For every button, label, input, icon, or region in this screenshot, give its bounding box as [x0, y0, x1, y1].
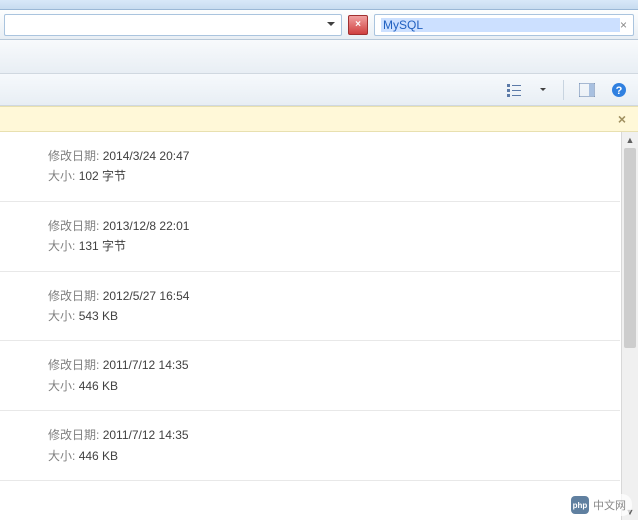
view-options-icon[interactable] [503, 79, 525, 101]
stop-button[interactable]: × [348, 15, 368, 35]
path-dropdown[interactable] [4, 14, 342, 36]
size-label: 大小: [48, 309, 75, 323]
notification-bar: × [0, 106, 638, 132]
view-dropdown-icon[interactable] [535, 82, 551, 98]
date-value: 2013/12/8 22:01 [103, 219, 190, 233]
date-value: 2011/7/12 14:35 [103, 428, 189, 442]
size-value: 102 字节 [79, 169, 126, 183]
list-item[interactable]: 修改日期: 2011/7/12 14:35 大小: 446 KB [0, 411, 620, 481]
size-value: 446 KB [79, 379, 118, 393]
chevron-down-icon[interactable] [323, 17, 339, 33]
watermark: php 中文网 [565, 494, 632, 516]
date-label: 修改日期: [48, 289, 99, 303]
view-toolbar: ? [0, 74, 638, 106]
date-label: 修改日期: [48, 428, 99, 442]
scroll-thumb[interactable] [624, 148, 636, 348]
svg-text:?: ? [616, 85, 623, 97]
list-item[interactable]: 修改日期: 2014/3/24 20:47 大小: 102 字节 [0, 132, 620, 202]
size-value: 543 KB [79, 309, 118, 323]
search-input[interactable]: MySQL × [374, 14, 634, 36]
close-icon: × [355, 19, 361, 30]
window-titlebar [0, 0, 638, 10]
size-value: 131 字节 [79, 239, 126, 253]
date-value: 2014/3/24 20:47 [103, 149, 190, 163]
menu-spacer [0, 40, 638, 74]
date-label: 修改日期: [48, 219, 99, 233]
address-toolbar: × MySQL × [0, 10, 638, 40]
clear-search-icon[interactable]: × [620, 18, 627, 32]
search-value: MySQL [381, 18, 620, 32]
watermark-text: 中文网 [593, 497, 626, 513]
php-logo-icon: php [571, 496, 589, 514]
help-icon[interactable]: ? [608, 79, 630, 101]
size-label: 大小: [48, 449, 75, 463]
toolbar-separator [563, 80, 564, 100]
list-item[interactable]: 修改日期: 2012/5/27 16:54 大小: 543 KB [0, 272, 620, 342]
size-label: 大小: [48, 169, 75, 183]
scroll-up-icon[interactable]: ▲ [622, 132, 638, 148]
size-label: 大小: [48, 379, 75, 393]
list-item[interactable]: 修改日期: 2013/12/8 22:01 大小: 131 字节 [0, 202, 620, 272]
preview-pane-icon[interactable] [576, 79, 598, 101]
list-item[interactable]: 修改日期: 2011/7/12 14:35 大小: 446 KB [0, 341, 620, 411]
date-label: 修改日期: [48, 149, 99, 163]
date-value: 2011/7/12 14:35 [103, 358, 189, 372]
vertical-scrollbar[interactable]: ▲ ▼ [621, 132, 638, 520]
size-label: 大小: [48, 239, 75, 253]
file-list: 修改日期: 2014/3/24 20:47 大小: 102 字节 修改日期: 2… [0, 132, 638, 520]
date-value: 2012/5/27 16:54 [103, 289, 190, 303]
size-value: 446 KB [79, 449, 118, 463]
close-notification-icon[interactable]: × [618, 111, 626, 127]
date-label: 修改日期: [48, 358, 99, 372]
